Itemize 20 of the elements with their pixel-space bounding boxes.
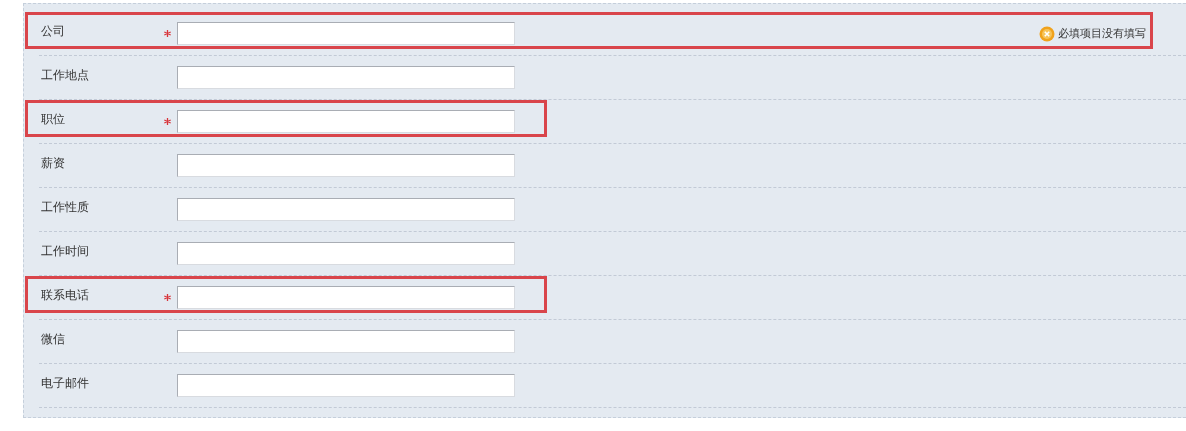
field-label: 薪资 — [40, 155, 66, 172]
text-field[interactable] — [177, 286, 515, 309]
error-message: 必填项目没有填写 — [1058, 26, 1146, 41]
field-label: 工作性质 — [40, 199, 90, 216]
text-field[interactable] — [177, 110, 515, 133]
text-field[interactable] — [177, 66, 515, 89]
field-label: 工作地点 — [40, 67, 90, 84]
text-field[interactable] — [177, 330, 515, 353]
field-label: 微信 — [40, 331, 66, 348]
field-label: 工作时间 — [40, 243, 90, 260]
text-field[interactable] — [177, 22, 515, 45]
error-icon — [1039, 25, 1055, 42]
field-label: 公司 — [40, 23, 66, 40]
text-field[interactable] — [177, 242, 515, 265]
text-field[interactable] — [177, 154, 515, 177]
field-label: 联系电话 — [40, 287, 90, 304]
text-field[interactable] — [177, 198, 515, 221]
field-label: 职位 — [40, 111, 66, 128]
text-field[interactable] — [177, 374, 515, 397]
field-label: 电子邮件 — [40, 375, 90, 392]
